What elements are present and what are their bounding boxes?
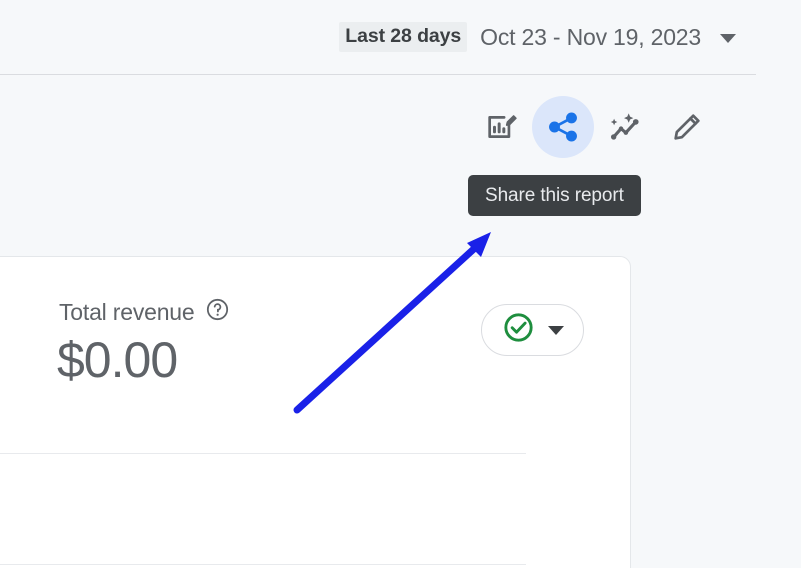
check-circle-icon [502,311,535,349]
share-icon [546,110,580,144]
date-range-bar: Last 28 days Oct 23 - Nov 19, 2023 [0,0,801,75]
chevron-down-icon[interactable] [720,33,736,43]
pencil-icon [670,110,704,144]
tooltip-text: Share this report [485,184,624,206]
caret-down-icon[interactable] [547,325,564,335]
date-range-text[interactable]: Oct 23 - Nov 19, 2023 [480,24,701,51]
card-divider-upper [0,453,526,454]
metric-title: Total revenue [59,298,195,325]
status-selector[interactable] [481,304,584,356]
help-circle-icon[interactable] [205,297,230,327]
customize-report-button[interactable] [470,96,532,158]
share-report-button[interactable] [532,96,594,158]
chart-edit-icon [484,110,518,144]
date-range-selector[interactable]: Last 28 days Oct 23 - Nov 19, 2023 [339,22,736,52]
insights-sparkle-icon [608,110,642,144]
metric-value: $0.00 [57,332,178,388]
report-actions-toolbar [470,96,718,158]
insights-button[interactable] [594,96,656,158]
card-divider-lower [0,564,526,565]
edit-button[interactable] [656,96,718,158]
metric-card: Total revenue $0.00 [0,256,631,568]
metric-card-header: Total revenue [59,297,230,327]
tooltip: Share this report [468,175,641,216]
header-divider [0,74,756,75]
date-preset-chip[interactable]: Last 28 days [339,22,468,52]
